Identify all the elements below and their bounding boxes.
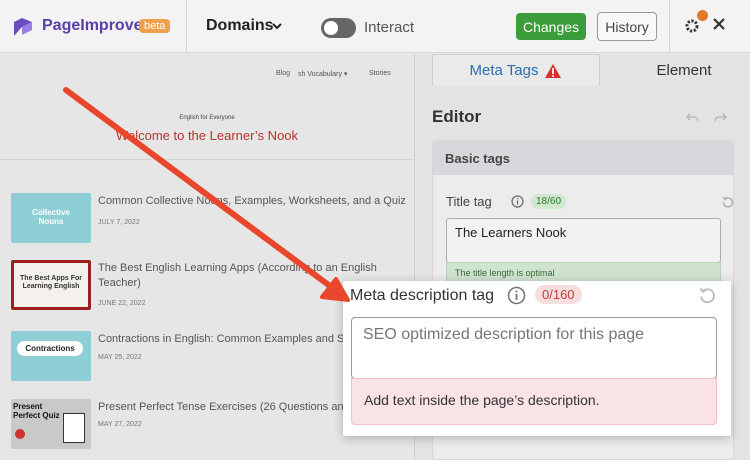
gear-icon[interactable] bbox=[684, 18, 700, 34]
post-thumbnail: Present Perfect Quiz bbox=[11, 399, 91, 449]
thumbnail-text: Collective Nouns bbox=[32, 208, 70, 226]
site-nav-vocabulary[interactable]: sh Vocabulary ▾ bbox=[298, 70, 347, 78]
meta-description-label: Meta description tag bbox=[350, 287, 495, 304]
thumbnail-text: Contractions bbox=[17, 341, 83, 356]
title-char-count: 18/60 bbox=[531, 194, 567, 209]
tab-meta-tags-label: Meta Tags bbox=[469, 62, 539, 79]
history-button[interactable]: History bbox=[597, 12, 657, 41]
info-icon[interactable] bbox=[507, 286, 526, 305]
changes-button[interactable]: Changes bbox=[516, 13, 586, 40]
undo-icon[interactable] bbox=[686, 112, 699, 123]
thumbnail-text: The Best Apps For Learning English bbox=[20, 275, 82, 290]
post-thumbnail: The Best Apps For Learning English bbox=[11, 260, 91, 310]
notification-dot bbox=[697, 10, 708, 21]
close-icon[interactable] bbox=[712, 17, 726, 31]
meta-description-card: Meta description tag 0/160 Add text insi… bbox=[343, 281, 731, 436]
panel-tabs: Meta Tags Element bbox=[432, 54, 750, 86]
meta-description-input[interactable] bbox=[351, 317, 717, 379]
post-item[interactable]: Collective Nouns Common Collective Nouns… bbox=[11, 193, 411, 247]
site-kicker: English for Everyone bbox=[179, 115, 235, 121]
post-date: MAY 27, 2022 bbox=[98, 421, 142, 428]
interact-label: Interact bbox=[364, 19, 415, 36]
tab-meta-tags[interactable]: Meta Tags bbox=[432, 54, 600, 86]
basic-tags-label: Basic tags bbox=[445, 151, 511, 166]
site-nav-stories[interactable]: Stories bbox=[369, 70, 391, 77]
interact-toggle[interactable] bbox=[321, 18, 356, 38]
site-title: Welcome to the Learner’s Nook bbox=[115, 128, 299, 143]
warning-icon bbox=[545, 63, 562, 78]
post-date: JULY 7, 2022 bbox=[98, 219, 140, 226]
domains-dropdown[interactable]: Domains bbox=[206, 17, 274, 35]
brand-name: PageImprove bbox=[42, 17, 143, 34]
site-header bbox=[0, 94, 414, 160]
beta-badge: beta bbox=[139, 19, 171, 33]
chevron-down-icon[interactable] bbox=[271, 20, 283, 32]
title-tag-label: Title tag bbox=[446, 194, 492, 209]
top-bar: PageImprove beta Domains Interact Change… bbox=[0, 0, 750, 53]
logo-icon bbox=[14, 18, 32, 36]
reset-icon[interactable] bbox=[699, 287, 716, 304]
basic-tags-header[interactable]: Basic tags bbox=[433, 141, 733, 175]
post-date: MAY 25, 2022 bbox=[98, 354, 142, 361]
meta-description-error: Add text inside the page’s description. bbox=[351, 378, 717, 425]
post-date: JUNE 22, 2022 bbox=[98, 300, 146, 307]
thumbnail-text: Present Perfect Quiz bbox=[13, 402, 60, 420]
thumbnail-icon bbox=[15, 429, 25, 439]
title-tag-input[interactable]: The Learners Nook bbox=[446, 218, 721, 263]
post-title[interactable]: Common Collective Nouns, Examples, Works… bbox=[98, 194, 411, 209]
divider bbox=[669, 0, 670, 53]
info-icon[interactable] bbox=[511, 195, 524, 208]
tab-element[interactable]: Element bbox=[600, 54, 750, 86]
meta-description-char-count: 0/160 bbox=[535, 285, 582, 304]
post-thumbnail: Collective Nouns bbox=[11, 193, 91, 243]
reset-icon[interactable] bbox=[722, 196, 734, 208]
redo-icon[interactable] bbox=[714, 112, 727, 123]
editor-title: Editor bbox=[432, 107, 482, 126]
divider bbox=[186, 0, 187, 53]
site-nav-blog[interactable]: Blog bbox=[276, 70, 290, 77]
post-thumbnail: Contractions bbox=[11, 331, 91, 381]
thumbnail-page bbox=[63, 413, 85, 443]
